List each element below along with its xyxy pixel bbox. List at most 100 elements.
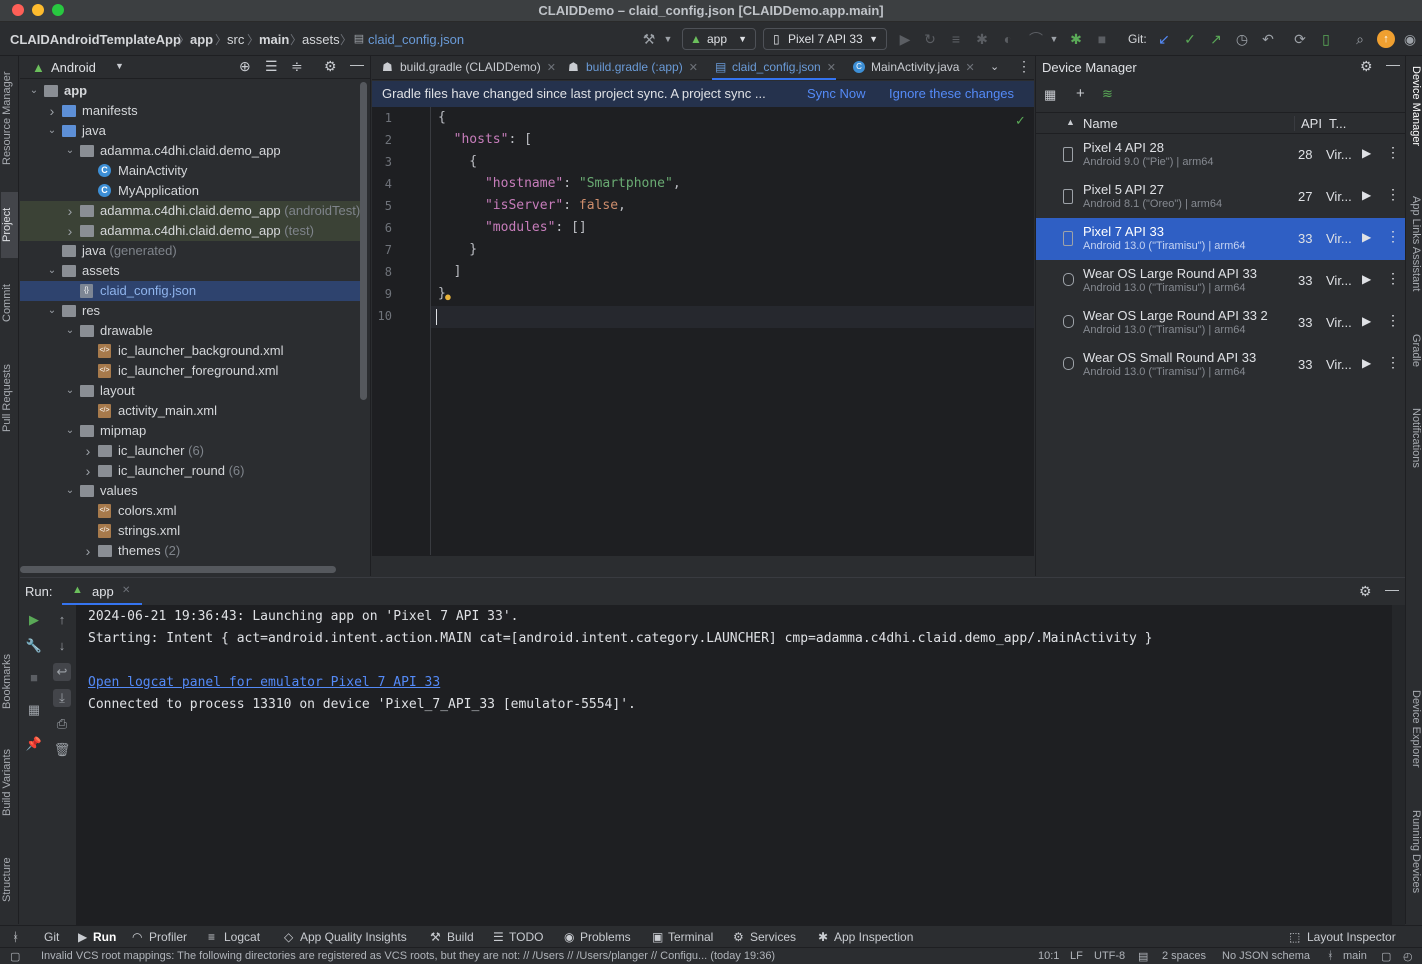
rerun-icon[interactable]: ↻	[921, 30, 939, 48]
more-vertical-icon[interactable]: ⋮	[1386, 270, 1400, 287]
launch-device-icon[interactable]: ▶	[1362, 314, 1371, 328]
breadcrumb-project[interactable]: CLAIDAndroidTemplateApp	[10, 32, 181, 47]
scroll-to-end-icon[interactable]: ⤓	[53, 689, 71, 707]
tree-item[interactable]: ⌄ drawable	[20, 321, 360, 341]
stop-icon[interactable]: ■	[25, 669, 43, 687]
git-branch[interactable]: main	[1343, 950, 1367, 962]
tree-item[interactable]: ⌄ res	[20, 301, 360, 321]
bottom-tab-problems[interactable]: Problems	[580, 930, 631, 944]
more-vertical-icon[interactable]: ⋮	[1386, 354, 1400, 371]
close-icon[interactable]: ✕	[689, 62, 698, 74]
chevron-down-icon[interactable]: ⌄	[46, 261, 58, 281]
gear-icon[interactable]: ⚙	[1359, 583, 1372, 600]
tool-tab-pull-requests[interactable]: Pull Requests	[1, 352, 18, 444]
chevron-down-icon[interactable]: ▼	[115, 61, 124, 71]
tool-tab-project[interactable]: Project	[1, 192, 18, 258]
code-line[interactable]: "hosts": [	[438, 132, 532, 147]
chevron-down-icon[interactable]: ⌄	[64, 381, 76, 401]
tool-tab-commit[interactable]: Commit	[1, 272, 18, 334]
wrench-icon[interactable]: 🔧	[25, 637, 43, 655]
sort-asc-icon[interactable]: ▲	[1066, 117, 1075, 127]
hide-panel-icon[interactable]: —	[350, 56, 364, 72]
tool-tab-running-devices[interactable]: Running Devices	[1407, 810, 1422, 916]
lightbulb-icon[interactable]: ●	[444, 289, 452, 304]
bottom-tab-profiler[interactable]: Profiler	[149, 930, 187, 944]
run-tab-app[interactable]: ▲ app ✕	[62, 578, 142, 605]
column-api[interactable]: API	[1301, 116, 1322, 131]
chevron-right-icon[interactable]: ›	[82, 541, 94, 561]
hide-panel-icon[interactable]: —	[1386, 56, 1400, 72]
bottom-tab-run[interactable]: Run	[93, 930, 116, 944]
debug-icon[interactable]: ✱	[973, 30, 991, 48]
column-type[interactable]: T...	[1329, 116, 1346, 131]
tree-item[interactable]: </> colors.xml	[20, 501, 360, 521]
file-encoding[interactable]: UTF-8	[1094, 950, 1125, 962]
tool-tab-bookmarks[interactable]: Bookmarks	[1, 642, 18, 720]
trash-icon[interactable]: 🗑	[53, 741, 71, 759]
tree-item[interactable]: › themes (2)	[20, 541, 360, 561]
device-manager-icon[interactable]: ▯	[1317, 30, 1335, 48]
profile-icon[interactable]: ◐	[999, 30, 1017, 48]
chevron-right-icon[interactable]: ›	[64, 201, 76, 221]
bottom-tab-terminal[interactable]: Terminal	[668, 930, 713, 944]
git-update-icon[interactable]: ↙	[1155, 30, 1173, 48]
line-separator[interactable]: LF	[1070, 950, 1083, 962]
rerun-icon[interactable]: ▶	[25, 611, 43, 629]
tree-item[interactable]: ⌄ java	[20, 121, 360, 141]
chevron-down-icon[interactable]: ⌄	[990, 60, 999, 73]
readonly-lock-icon[interactable]: ▤	[1138, 950, 1148, 963]
chevron-right-icon[interactable]: ›	[64, 221, 76, 241]
git-commit-icon[interactable]: ✓	[1181, 30, 1199, 48]
device-select[interactable]: ▯ Pixel 7 API 33 ▼	[763, 28, 887, 50]
chevron-down-icon[interactable]: ⌄	[64, 421, 76, 441]
wifi-pair-icon[interactable]: ≋	[1102, 86, 1113, 102]
tool-tab-notifications[interactable]: Notifications	[1407, 408, 1422, 490]
json-schema[interactable]: No JSON schema	[1222, 950, 1310, 962]
tree-item[interactable]: </> activity_main.xml	[20, 401, 360, 421]
stop-icon[interactable]: ■	[1093, 30, 1111, 48]
tree-item[interactable]: › ic_launcher (6)	[20, 441, 360, 461]
bottom-tab-services[interactable]: Services	[750, 930, 796, 944]
soft-wrap-icon[interactable]: ↩	[53, 663, 71, 681]
breadcrumb-app[interactable]: app	[190, 32, 213, 47]
ignore-changes-link[interactable]: Ignore these changes	[889, 81, 1014, 107]
attach-icon[interactable]: ⌒	[1027, 30, 1045, 48]
more-vertical-icon[interactable]: ⋮	[1386, 228, 1400, 245]
scroll-up-icon[interactable]: ↑	[53, 611, 71, 629]
more-vertical-icon[interactable]: ⋮	[1017, 58, 1031, 75]
launch-device-icon[interactable]: ▶	[1362, 272, 1371, 286]
gear-icon[interactable]: ⚙	[324, 58, 337, 75]
chevron-right-icon[interactable]: ›	[82, 441, 94, 461]
git-push-icon[interactable]: ↗	[1207, 30, 1225, 48]
gear-icon[interactable]: ⚙	[1360, 58, 1373, 75]
tree-item[interactable]: ⌄ values	[20, 481, 360, 501]
layout-icon[interactable]: ▦	[25, 701, 43, 719]
bottom-tab-build[interactable]: Build	[447, 930, 474, 944]
bottom-tab-git[interactable]: Git	[44, 930, 59, 944]
bottom-tab-app-quality-insights[interactable]: App Quality Insights	[300, 930, 407, 944]
print-icon[interactable]: ⎙	[53, 715, 71, 733]
tree-item[interactable]: C MainActivity	[20, 161, 360, 181]
device-row[interactable]: Pixel 4 API 28 Android 9.0 ("Pie") | arm6…	[1036, 134, 1406, 176]
project-scrollbar-vertical[interactable]	[360, 82, 367, 400]
sync-now-link[interactable]: Sync Now	[807, 81, 866, 107]
code-editor[interactable]	[372, 107, 1034, 555]
code-line[interactable]: ]	[438, 264, 462, 279]
run-scrollbar[interactable]	[1392, 605, 1405, 926]
breadcrumb-main[interactable]: main	[259, 32, 289, 47]
tree-item[interactable]: ⌄ mipmap	[20, 421, 360, 441]
close-icon[interactable]: ✕	[122, 585, 130, 596]
close-icon[interactable]: ✕	[827, 62, 836, 74]
chevron-down-icon[interactable]: ⌄	[64, 481, 76, 501]
tree-item[interactable]: C MyApplication	[20, 181, 360, 201]
tool-tab-build-variants[interactable]: Build Variants	[1, 736, 18, 828]
tool-tab-device-explorer[interactable]: Device Explorer	[1407, 690, 1422, 790]
tree-item[interactable]: ⌄ adamma.c4dhi.claid.demo_app	[20, 141, 360, 161]
logcat-link[interactable]: Open logcat panel for emulator Pixel 7 A…	[88, 675, 440, 690]
chevron-down-icon[interactable]: ⌄	[28, 81, 40, 101]
chevron-down-icon[interactable]: ⌄	[64, 321, 76, 341]
code-line[interactable]: "hostname": "Smartphone",	[438, 176, 681, 191]
tree-item[interactable]: </> ic_launcher_background.xml	[20, 341, 360, 361]
bottom-tab-todo[interactable]: TODO	[509, 930, 543, 944]
device-row[interactable]: Wear OS Large Round API 33 2 Android 13.0…	[1036, 302, 1406, 344]
